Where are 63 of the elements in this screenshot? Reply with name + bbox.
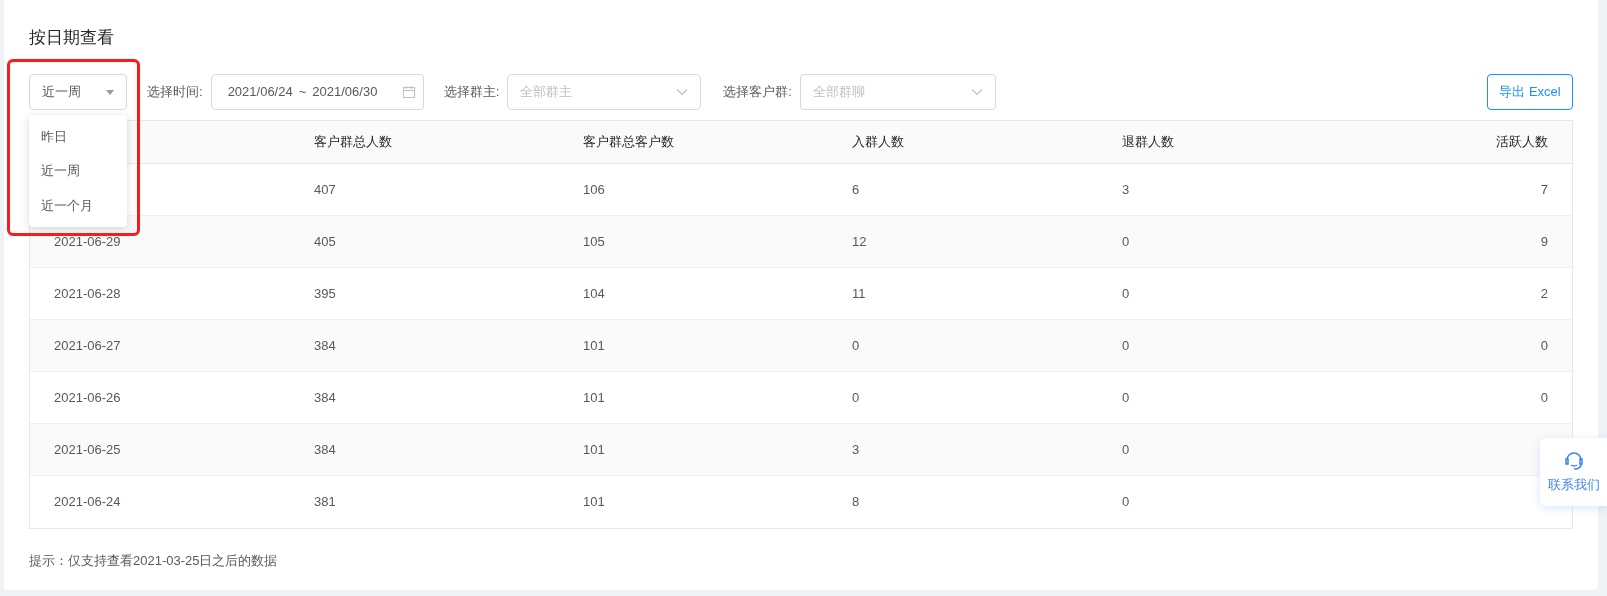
- table-cell-text: 101: [583, 440, 605, 459]
- table-cell-text: 104: [583, 284, 605, 303]
- table-cell-text: 9: [1540, 232, 1548, 251]
- table-cell-text: 8: [852, 493, 860, 512]
- dropdown-option[interactable]: 近一个月: [29, 188, 127, 223]
- table-cell-text: 407: [314, 180, 336, 199]
- table-cell-text: 101: [583, 388, 605, 407]
- column-header: 客户群总人数: [314, 133, 392, 152]
- column-header: 客户群总客户数: [583, 133, 674, 152]
- table-cell-text: 2021-06-27: [54, 336, 121, 355]
- end-date: 2021/06/30: [312, 83, 378, 102]
- section-title: 按日期查看: [29, 27, 115, 49]
- chevron-down-icon: [970, 88, 983, 96]
- table-cell-text: 2: [1540, 284, 1548, 303]
- table-cell-text: 12: [852, 232, 867, 251]
- date-range-field[interactable]: 2021/06/24 ~ 2021/06/30: [210, 74, 424, 110]
- table-cell-text: 101: [583, 493, 605, 512]
- contact-widget[interactable]: 联系我们: [1540, 438, 1607, 506]
- table-cell-text: 0: [852, 388, 860, 407]
- table-cell-text: 106: [583, 180, 605, 199]
- table-cell-text: 7: [1540, 180, 1548, 199]
- table-cell-text: 0: [1540, 388, 1548, 407]
- table-cell-text: 105: [583, 232, 605, 251]
- table-cell-text: 0: [1122, 232, 1130, 251]
- contact-label: 联系我们: [1547, 476, 1600, 495]
- table-cell-text: 0: [852, 336, 860, 355]
- field-label: 选择时间:: [147, 83, 203, 102]
- column-header: 入群人数: [852, 133, 904, 152]
- table-cell-text: 405: [314, 232, 336, 251]
- table-cell-text: 381: [314, 493, 336, 512]
- range-select[interactable]: 近一周: [29, 74, 127, 110]
- table-cell-text: 2021-06-28: [54, 284, 121, 303]
- column-header: 活跃人数: [1496, 133, 1548, 152]
- table-cell-text: 2021-06-29: [54, 232, 121, 251]
- table-cell-text: 0: [1122, 493, 1130, 512]
- table-cell-text: 0: [1122, 284, 1130, 303]
- table-cell-text: 0: [1122, 336, 1130, 355]
- dropdown-option[interactable]: 昨日: [29, 119, 127, 154]
- field-label: 选择客户群:: [723, 83, 792, 102]
- table-cell-text: 2021-06-26: [54, 388, 121, 407]
- table-cell-text: 3: [852, 440, 860, 459]
- table-cell-text: 0: [1122, 440, 1130, 459]
- chevron-down-icon: [676, 88, 689, 96]
- start-date: 2021/06/24: [227, 83, 293, 102]
- table-cell-text: 3: [1122, 180, 1130, 199]
- table-cell-text: 0: [1540, 336, 1548, 355]
- table-cell-text: 395: [314, 284, 336, 303]
- table-cell-text: 11: [852, 284, 866, 303]
- table-cell-text: 384: [314, 336, 336, 355]
- range-separator: ~: [298, 83, 307, 102]
- column-header: 退群人数: [1122, 133, 1174, 152]
- table-cell-text: 384: [314, 388, 336, 407]
- hint-text: 提示：仅支持查看2021-03-25日之后的数据: [29, 552, 279, 570]
- dropdown-option[interactable]: 近一周: [29, 153, 127, 189]
- field-label: 选择群主:: [443, 83, 500, 102]
- caret-down-icon: [106, 89, 114, 95]
- table-cell-text: 2021-06-24: [54, 493, 121, 512]
- table-cell-text: 6: [852, 180, 860, 199]
- table-cell-text: 2021-06-25: [54, 440, 121, 459]
- table-cell-text: 101: [583, 336, 605, 355]
- calendar-icon: [402, 86, 415, 98]
- table-cell-text: 384: [314, 440, 336, 459]
- table-cell-text: 0: [1122, 388, 1130, 407]
